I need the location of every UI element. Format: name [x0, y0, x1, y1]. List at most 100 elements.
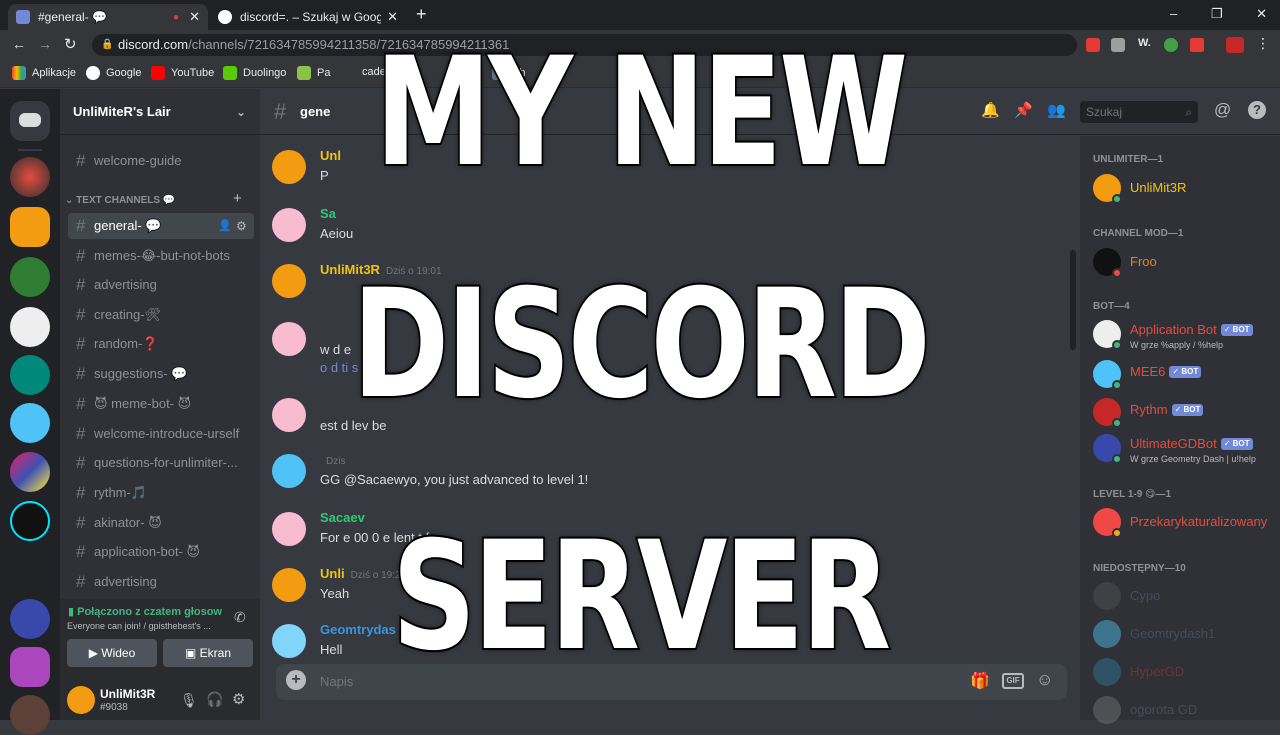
- member-item[interactable]: UnliMit3R: [1093, 172, 1278, 206]
- members-icon[interactable]: 👥: [1047, 101, 1066, 119]
- member-item[interactable]: Froo: [1093, 246, 1278, 280]
- scrollbar[interactable]: [1070, 250, 1076, 350]
- server-icon[interactable]: [10, 157, 50, 197]
- profile-avatar[interactable]: [1226, 37, 1244, 53]
- message-author[interactable]: UnliMit3R Dziś o 19:01: [320, 262, 442, 277]
- channel-random[interactable]: # random-❓: [68, 331, 254, 357]
- new-tab-icon[interactable]: +: [416, 4, 427, 25]
- message-input[interactable]: + Napis 🎁 GIF ☺: [276, 664, 1067, 700]
- extension-icon[interactable]: [1164, 38, 1178, 52]
- bookmark-youtube[interactable]: YouTube: [151, 66, 214, 80]
- gear-icon[interactable]: ⚙: [236, 213, 247, 239]
- bookmark-cade[interactable]: cade: [362, 66, 386, 78]
- mentions-icon[interactable]: @: [1214, 100, 1231, 120]
- server-icon-active[interactable]: [10, 207, 50, 247]
- channel-akinator[interactable]: # akinator- 😈: [68, 510, 254, 536]
- emoji-icon[interactable]: ☺: [1036, 670, 1053, 690]
- member-item[interactable]: UltimateGDBot ✓ BOT W grze Geometry Dash …: [1093, 432, 1278, 466]
- gif-icon[interactable]: GIF: [1002, 673, 1024, 689]
- member-item[interactable]: Rythm ✓ BOT: [1093, 396, 1278, 430]
- server-icon[interactable]: [10, 452, 50, 492]
- server-icon[interactable]: [10, 599, 50, 639]
- channel-creating[interactable]: # creating-🛠: [68, 302, 254, 328]
- search-input[interactable]: Szukaj ⌕: [1080, 101, 1198, 123]
- voice-status[interactable]: ▮ Połączono z czatem głosow: [68, 605, 222, 618]
- bookmark-apps[interactable]: Aplikacje: [12, 66, 76, 80]
- add-attachment-icon[interactable]: +: [286, 670, 306, 690]
- menu-icon[interactable]: ⋮: [1256, 35, 1270, 52]
- channel-advertising-2[interactable]: # advertising: [68, 569, 254, 595]
- channel-memes[interactable]: # memes-😂-but-not-bots: [68, 243, 254, 269]
- avatar[interactable]: [272, 624, 306, 658]
- extension-icon[interactable]: [1111, 38, 1125, 52]
- extension-icon[interactable]: [1086, 38, 1100, 52]
- close-tab-icon[interactable]: ✕: [387, 9, 398, 25]
- microphone-icon[interactable]: 🎙: [180, 692, 198, 709]
- server-icon[interactable]: [10, 501, 50, 541]
- forward-arrow-icon[interactable]: →: [38, 36, 52, 52]
- address-bar[interactable]: 🔒 discord.com/channels/72163478599421135…: [92, 34, 1077, 56]
- back-arrow-icon[interactable]: ←: [12, 36, 26, 52]
- settings-gear-icon[interactable]: ⚙: [232, 690, 245, 708]
- avatar[interactable]: [272, 322, 306, 356]
- server-icon[interactable]: [10, 647, 50, 687]
- extension-icon[interactable]: W.: [1138, 37, 1151, 49]
- server-icon[interactable]: [10, 695, 50, 735]
- server-name-header[interactable]: UnliMiteR's Lair ⌄: [60, 89, 260, 135]
- channel-application-bot[interactable]: # application-bot- 😈: [68, 539, 254, 565]
- discord-home-icon[interactable]: [10, 101, 50, 141]
- bell-icon[interactable]: 🔔: [981, 101, 1000, 119]
- invite-icon[interactable]: 👤: [218, 213, 232, 239]
- add-channel-icon[interactable]: +: [233, 190, 242, 207]
- screen-share-button[interactable]: ▣ Ekran: [163, 639, 253, 667]
- channel-welcome-guide[interactable]: # welcome-guide: [68, 148, 254, 174]
- video-button[interactable]: ▶ Wideo: [67, 639, 157, 667]
- bookmark-pa[interactable]: Pa: [297, 66, 330, 80]
- message-author[interactable]: Unli Dziś o 19:29: [320, 566, 406, 581]
- member-item[interactable]: Cypo: [1093, 580, 1278, 614]
- tab-general[interactable]: #general- 💬 ● ✕: [8, 4, 208, 30]
- channel-suggestions[interactable]: # suggestions- 💬: [68, 361, 254, 387]
- message-author[interactable]: Sacaev: [320, 510, 365, 525]
- channel-meme-bot[interactable]: # 😈 meme-bot- 😈: [68, 391, 254, 417]
- message-author[interactable]: Unl: [320, 148, 341, 163]
- channel-advertising[interactable]: # advertising: [68, 272, 254, 298]
- category-text-channels[interactable]: ⌄ TEXT CHANNELS 💬: [65, 195, 175, 206]
- server-icon[interactable]: [10, 257, 50, 297]
- server-icon[interactable]: [10, 307, 50, 347]
- server-icon[interactable]: [10, 355, 50, 395]
- close-tab-icon[interactable]: ✕: [189, 9, 200, 25]
- bookmark-ph[interactable]: Ph: [492, 66, 525, 80]
- message-author[interactable]: Dzis: [320, 452, 345, 467]
- avatar[interactable]: [272, 568, 306, 602]
- headphones-icon[interactable]: 🎧: [206, 691, 223, 708]
- server-icon[interactable]: [10, 550, 50, 590]
- member-item[interactable]: MEE6 ✓ BOT: [1093, 358, 1278, 392]
- help-icon[interactable]: ?: [1248, 101, 1266, 119]
- message-author[interactable]: Geomtrydas: [320, 622, 396, 637]
- tab-google-search[interactable]: discord=. – Szukaj w Google ✕: [210, 4, 406, 30]
- avatar[interactable]: [272, 150, 306, 184]
- member-item[interactable]: Application Bot ✓ BOT W grze %apply / %he…: [1093, 318, 1278, 352]
- avatar[interactable]: [272, 264, 306, 298]
- member-item[interactable]: HyperGD: [1093, 656, 1278, 690]
- avatar[interactable]: [272, 208, 306, 242]
- channel-rythm[interactable]: # rythm-🎵: [68, 480, 254, 506]
- channel-general[interactable]: # general- 💬 👤 ⚙: [68, 213, 254, 239]
- extension-icon[interactable]: [1190, 38, 1204, 52]
- reload-icon[interactable]: ↻: [64, 35, 77, 53]
- avatar[interactable]: [272, 454, 306, 488]
- avatar[interactable]: [272, 398, 306, 432]
- member-item[interactable]: ogorota GD: [1093, 694, 1278, 728]
- disconnect-icon[interactable]: ✆: [234, 609, 246, 626]
- gift-icon[interactable]: 🎁: [970, 671, 990, 691]
- member-item[interactable]: Przekarykaturalizowany: [1093, 506, 1278, 540]
- channel-welcome-introduce[interactable]: # welcome-introduce-urself: [68, 421, 254, 447]
- bookmark-duolingo[interactable]: Duolingo: [223, 66, 286, 80]
- pin-icon[interactable]: 📌: [1014, 101, 1033, 119]
- avatar[interactable]: [67, 686, 95, 714]
- channel-questions[interactable]: # questions-for-unlimiter-...: [68, 450, 254, 476]
- message-author[interactable]: Sa: [320, 206, 336, 221]
- member-item[interactable]: Geomtrydash1: [1093, 618, 1278, 652]
- bookmark-google[interactable]: Google: [86, 66, 141, 80]
